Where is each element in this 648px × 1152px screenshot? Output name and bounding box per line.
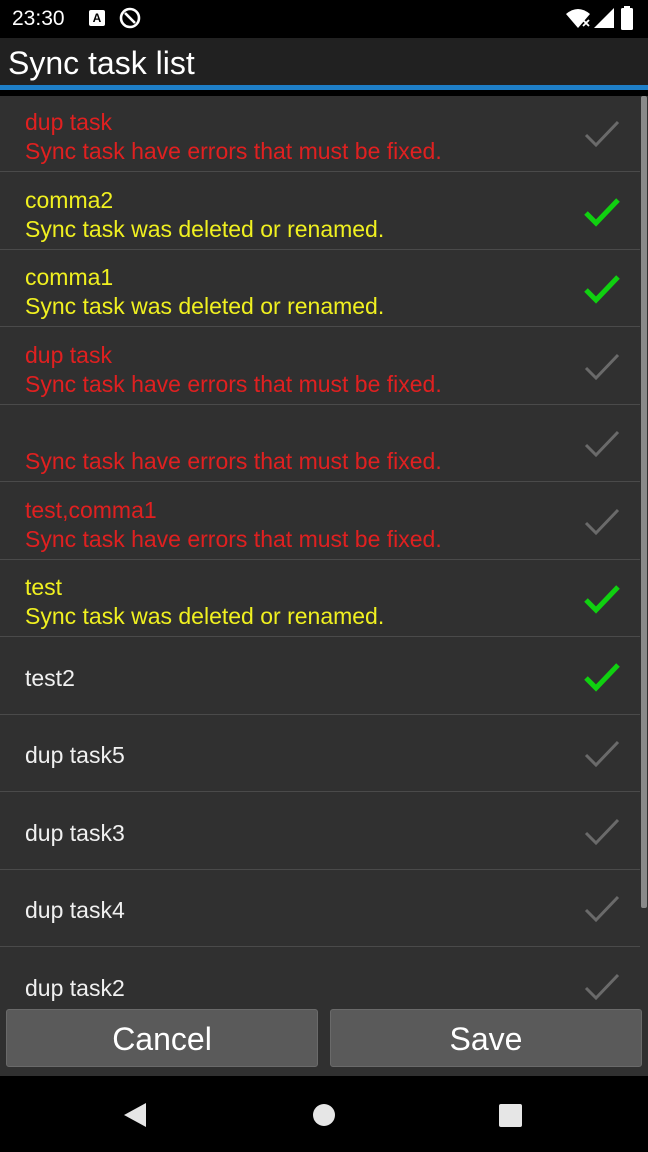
task-name: test2	[25, 664, 75, 691]
task-name: comma2	[25, 186, 114, 213]
checkmark-checked-icon[interactable]	[583, 196, 621, 228]
title-accent-divider	[0, 85, 648, 90]
checkmark-checked-icon[interactable]	[583, 583, 621, 615]
task-list-item[interactable]: test2	[0, 639, 640, 715]
checkmark-unchecked-icon[interactable]	[583, 816, 621, 848]
signal-icon	[594, 8, 614, 28]
checkmark-unchecked-icon[interactable]	[583, 351, 621, 383]
task-status-message: Sync task have errors that must be fixed…	[25, 138, 442, 164]
list-divider	[0, 481, 640, 482]
recents-icon[interactable]	[499, 1104, 522, 1127]
button-bar: Cancel Save	[0, 1002, 648, 1076]
task-status-message: Sync task was deleted or renamed.	[25, 603, 385, 629]
task-list-item[interactable]: dup task5	[0, 716, 640, 792]
task-status-message: Sync task have errors that must be fixed…	[25, 525, 442, 552]
task-name: test,comma1	[25, 496, 157, 523]
list-divider	[0, 946, 640, 947]
sync-task-list[interactable]: dup task Sync task have errors that must …	[0, 96, 640, 1002]
task-name: dup task5	[25, 742, 125, 768]
back-icon[interactable]	[122, 1102, 148, 1128]
a-badge-icon: A	[89, 10, 105, 26]
title-bar: Sync task list	[0, 38, 648, 85]
checkmark-checked-icon[interactable]	[583, 273, 621, 305]
list-divider	[0, 248, 640, 250]
task-list-item[interactable]: comma2 Sync task was deleted or renamed.	[0, 174, 640, 250]
task-list-item[interactable]: dup task Sync task have errors that must …	[0, 96, 640, 172]
task-status-message: Sync task have errors that must be fixed…	[25, 448, 442, 474]
task-name: dup task3	[25, 819, 125, 846]
task-list-item[interactable]: Sync task have errors that must be fixed…	[0, 406, 640, 482]
home-icon[interactable]	[312, 1103, 336, 1127]
battery-icon	[621, 6, 633, 30]
list-divider	[0, 558, 640, 560]
task-list-item[interactable]: comma1 Sync task was deleted or renamed.	[0, 251, 640, 327]
checkmark-unchecked-icon[interactable]	[583, 893, 621, 925]
task-status-message: Sync task was deleted or renamed.	[25, 215, 385, 242]
scrollbar-thumb[interactable]	[641, 96, 647, 908]
list-divider	[0, 636, 640, 637]
task-list-item[interactable]: test Sync task was deleted or renamed.	[0, 561, 640, 637]
cancel-button[interactable]: Cancel	[6, 1009, 318, 1067]
page-title: Sync task list	[8, 45, 195, 81]
task-list-item[interactable]: dup task3	[0, 794, 640, 870]
task-name: comma1	[25, 264, 114, 290]
task-name: dup task4	[25, 897, 125, 923]
checkmark-unchecked-icon[interactable]	[583, 971, 621, 1003]
list-divider	[0, 171, 640, 172]
checkmark-checked-icon[interactable]	[583, 661, 621, 693]
task-list-item[interactable]: test,comma1 Sync task have errors that mu…	[0, 484, 640, 560]
status-bar: 23:30 A	[0, 0, 648, 38]
task-status-message: Sync task have errors that must be fixed…	[25, 370, 442, 397]
task-list-item[interactable]: dup task4	[0, 871, 640, 947]
list-divider	[0, 713, 640, 715]
task-name: dup task	[25, 341, 112, 368]
checkmark-unchecked-icon[interactable]	[583, 506, 621, 538]
save-button[interactable]: Save	[330, 1009, 642, 1067]
task-name: dup task	[25, 109, 112, 135]
task-list-item[interactable]: dup task2	[0, 949, 640, 1003]
wifi-icon	[566, 9, 590, 28]
task-name: test	[25, 574, 63, 600]
at-sign-icon	[119, 7, 141, 29]
list-divider	[0, 326, 640, 327]
navigation-bar	[0, 1076, 648, 1152]
list-divider	[0, 791, 640, 792]
list-divider	[0, 403, 640, 405]
task-status-message: Sync task was deleted or renamed.	[25, 293, 385, 319]
checkmark-unchecked-icon[interactable]	[583, 738, 621, 770]
list-divider	[0, 868, 640, 870]
status-time: 23:30	[12, 7, 65, 30]
checkmark-unchecked-icon[interactable]	[583, 118, 621, 150]
task-name: dup task2	[25, 974, 125, 1001]
checkmark-unchecked-icon[interactable]	[583, 428, 621, 460]
task-list-item[interactable]: dup task Sync task have errors that must …	[0, 329, 640, 405]
